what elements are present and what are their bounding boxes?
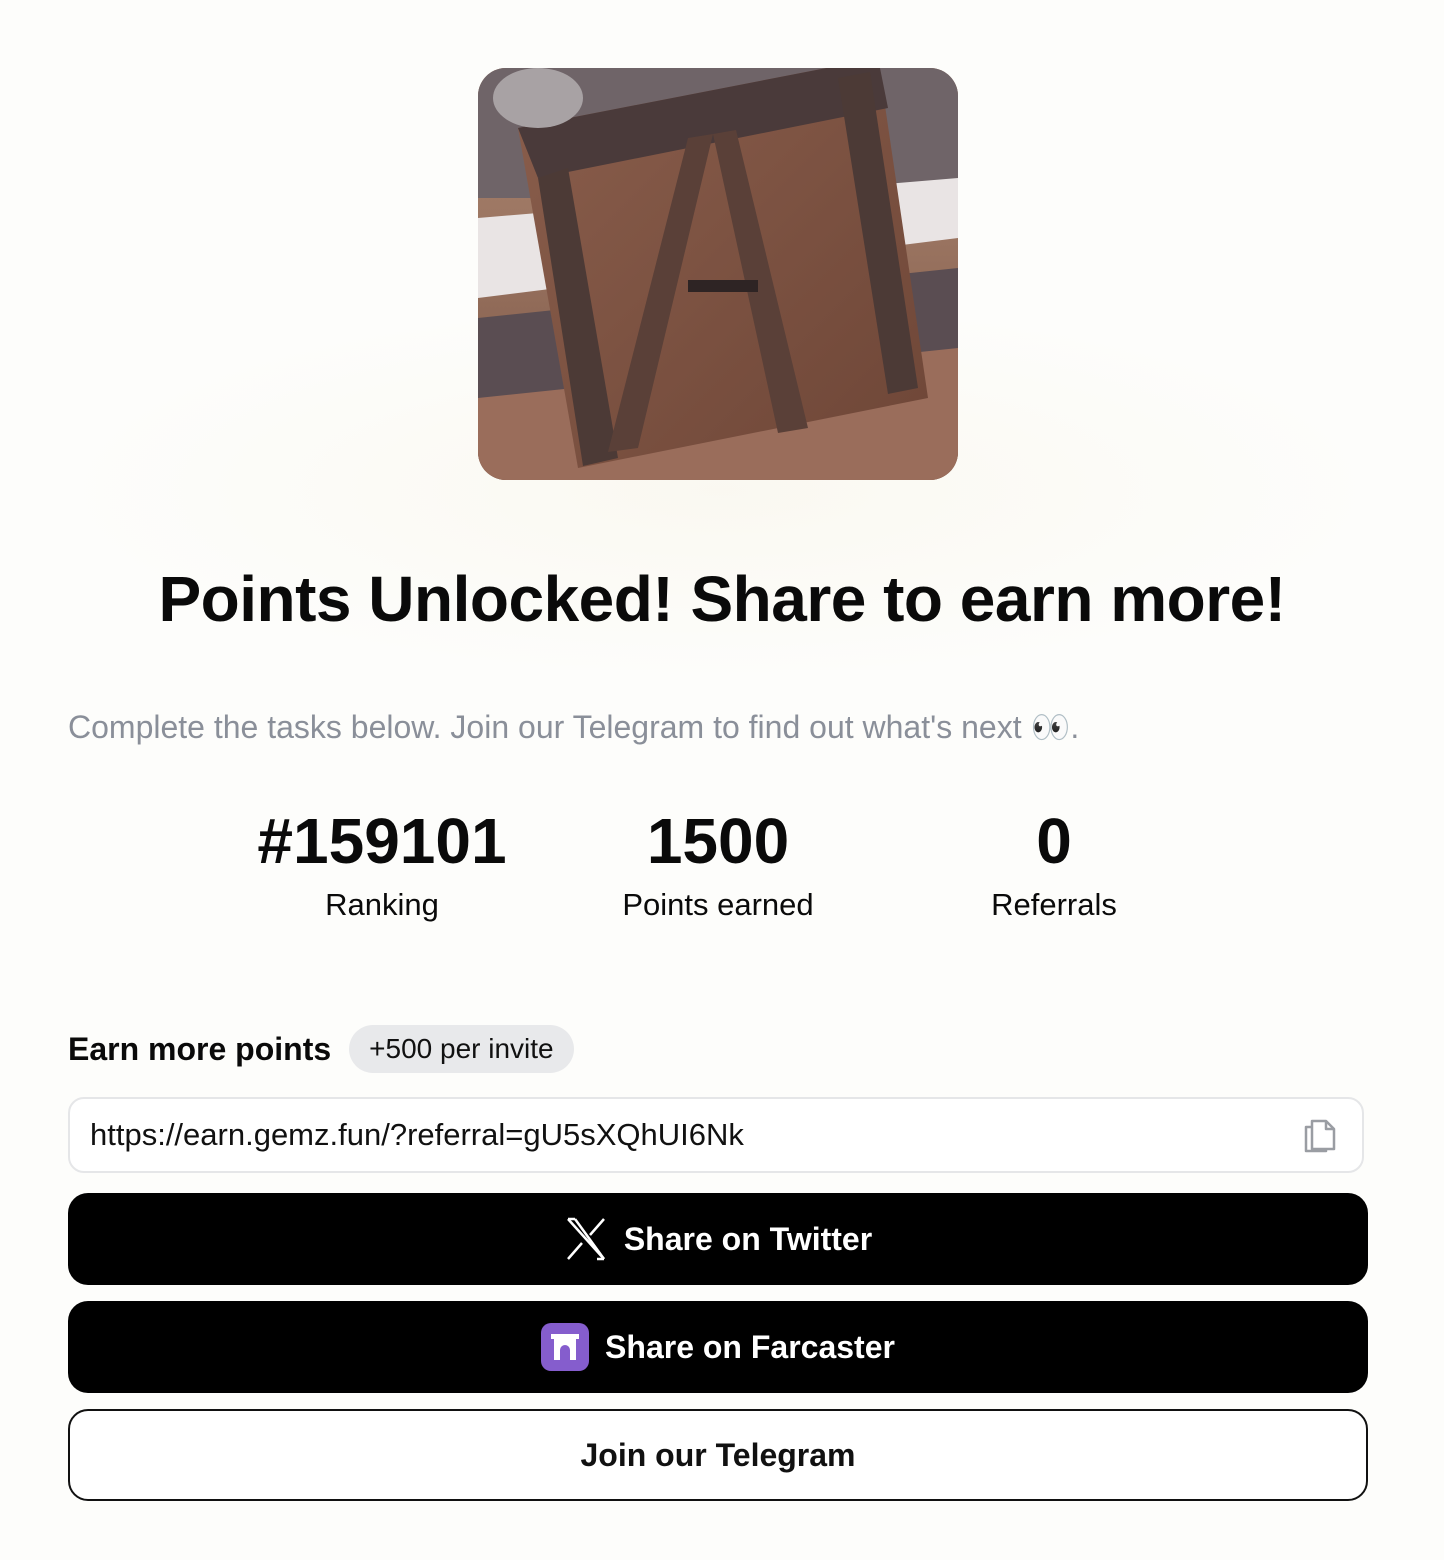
join-telegram-button[interactable]: Join our Telegram bbox=[68, 1409, 1368, 1501]
referral-link-text[interactable]: https://earn.gemz.fun/?referral=gU5sXQhU… bbox=[90, 1117, 1298, 1153]
share-twitter-label: Share on Twitter bbox=[623, 1220, 873, 1257]
stat-ranking: #159101 Ranking bbox=[202, 804, 562, 928]
ranking-value: #159101 bbox=[257, 805, 507, 877]
stat-referrals: 0 Referrals bbox=[874, 804, 1234, 928]
farcaster-logo-icon bbox=[541, 1323, 590, 1371]
share-farcaster-label: Share on Farcaster bbox=[605, 1328, 895, 1365]
page-title: Points Unlocked! Share to earn more! bbox=[158, 563, 1286, 635]
referrals-label: Referrals bbox=[991, 887, 1117, 922]
referral-link-field[interactable]: https://earn.gemz.fun/?referral=gU5sXQhU… bbox=[68, 1097, 1364, 1173]
copy-icon[interactable] bbox=[1298, 1113, 1342, 1157]
crate-image bbox=[478, 68, 958, 480]
page-subtitle: Complete the tasks below. Join our Teleg… bbox=[68, 709, 1080, 745]
x-logo-icon bbox=[566, 1217, 605, 1261]
stat-points: 1500 Points earned bbox=[538, 804, 898, 928]
share-farcaster-button[interactable]: Share on Farcaster bbox=[68, 1301, 1368, 1393]
earn-more-header: Earn more points +500 per invite bbox=[68, 1024, 574, 1074]
referrals-value: 0 bbox=[1036, 805, 1072, 877]
points-label: Points earned bbox=[622, 887, 814, 922]
per-invite-badge: +500 per invite bbox=[349, 1025, 574, 1073]
ranking-label: Ranking bbox=[325, 887, 439, 922]
hero-image bbox=[478, 68, 958, 480]
earn-more-title: Earn more points bbox=[68, 1030, 332, 1067]
join-telegram-label: Join our Telegram bbox=[580, 1436, 856, 1473]
points-value: 1500 bbox=[646, 805, 790, 877]
share-twitter-button[interactable]: Share on Twitter bbox=[68, 1193, 1368, 1285]
